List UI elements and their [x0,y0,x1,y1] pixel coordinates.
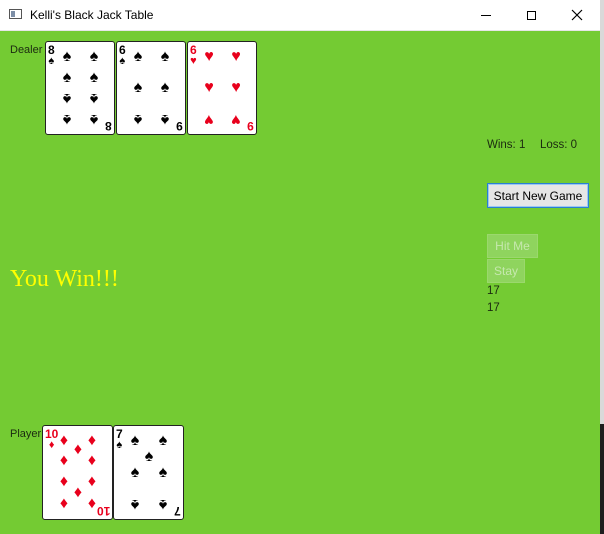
card-corner-bottom: 8 [105,119,112,133]
heart-icon: ♥ [204,48,214,65]
diamond-icon: ♦ [87,452,97,469]
card-corner-bottom: 9 [176,119,183,133]
card-corner-top: 8 ♠ [48,43,55,67]
diamond-icon: ♦ [87,495,97,512]
heart-icon: ♥ [204,111,214,128]
dealer-card-1: 8 ♠ 8 ♠ ♠ ♠ ♠ ♠ ♠ ♠ ♠ [45,41,115,135]
wins-counter: Wins: 1 [487,139,526,151]
blackjack-window: Kelli's Black Jack Table Dealer 8 ♠ 8 ♠ ♠… [0,0,600,534]
spade-icon: ♠ [160,48,170,65]
spade-icon: ♠ [158,496,168,513]
start-new-game-button[interactable]: Start New Game [487,183,589,208]
diamond-icon: ♦ [59,452,69,469]
diamond-icon: ♦ [87,432,97,449]
spade-icon: ♠ [130,432,140,449]
spade-icon: ♠ [89,111,99,128]
heart-icon: ♥ [231,48,241,65]
player-card-1: 10 ♦ 10 ♦ ♦ ♦ ♦ ♦ ♦ ♦ ♦ ♦ ♦ [42,425,113,520]
spade-icon: ♠ [133,48,143,65]
card-corner-top: 7 ♠ [116,427,123,451]
dealer-card-3: 6 ♥ 9 ♥ ♥ ♥ ♥ ♥ ♥ [187,41,257,135]
maximize-button[interactable] [508,0,554,30]
card-corner-top: 6 ♠ [119,43,126,67]
title-bar[interactable]: Kelli's Black Jack Table [0,0,600,31]
spade-icon: ♠ [62,111,72,128]
card-corner-bottom: 9 [247,119,254,133]
desktop-edge [600,424,604,534]
diamond-icon: ♦ [87,473,97,490]
minimize-icon [481,14,491,16]
stay-button[interactable]: Stay [487,259,525,283]
hit-me-button[interactable]: Hit Me [487,234,538,258]
heart-icon: ♥ [231,111,241,128]
spade-icon: ♠ [62,69,72,86]
dealer-label: Dealer [10,44,43,56]
spade-icon: ♠ [133,111,143,128]
loss-counter: Loss: 0 [540,139,578,151]
spade-icon: ♠ [160,111,170,128]
spade-icon: ♠ [130,464,140,481]
diamond-icon: ♦ [59,495,69,512]
player-card-2: 7 ♠ 7 ♠ ♠ ♠ ♠ ♠ ♠ ♠ [113,425,184,520]
spade-icon: ♠ [158,464,168,481]
heart-icon: ♥ [204,79,214,96]
dealer-total: 17 [487,285,500,297]
app-window-icon [9,9,22,19]
player-total: 17 [487,302,500,314]
close-button[interactable] [554,0,600,30]
maximize-icon [526,10,536,20]
spade-icon: ♠ [62,48,72,65]
dealer-card-2: 6 ♠ 9 ♠ ♠ ♠ ♠ ♠ ♠ [116,41,186,135]
close-icon [571,9,583,21]
window-title: Kelli's Black Jack Table [30,8,154,22]
result-message: You Win!!! [10,266,119,292]
minimize-button[interactable] [463,0,509,30]
spade-icon: ♠ [144,448,154,465]
card-corner-bottom: 7 [174,504,181,518]
spade-icon: ♠ [89,48,99,65]
spade-icon: ♠ [89,69,99,86]
spade-icon: ♠ [158,432,168,449]
card-corner-top: 6 ♥ [190,43,197,67]
player-label: Player [10,428,42,440]
spade-icon: ♠ [133,79,143,96]
spade-icon: ♠ [62,90,72,107]
spade-icon: ♠ [130,496,140,513]
spade-icon: ♠ [160,79,170,96]
spade-icon: ♠ [89,90,99,107]
heart-icon: ♥ [231,79,241,96]
